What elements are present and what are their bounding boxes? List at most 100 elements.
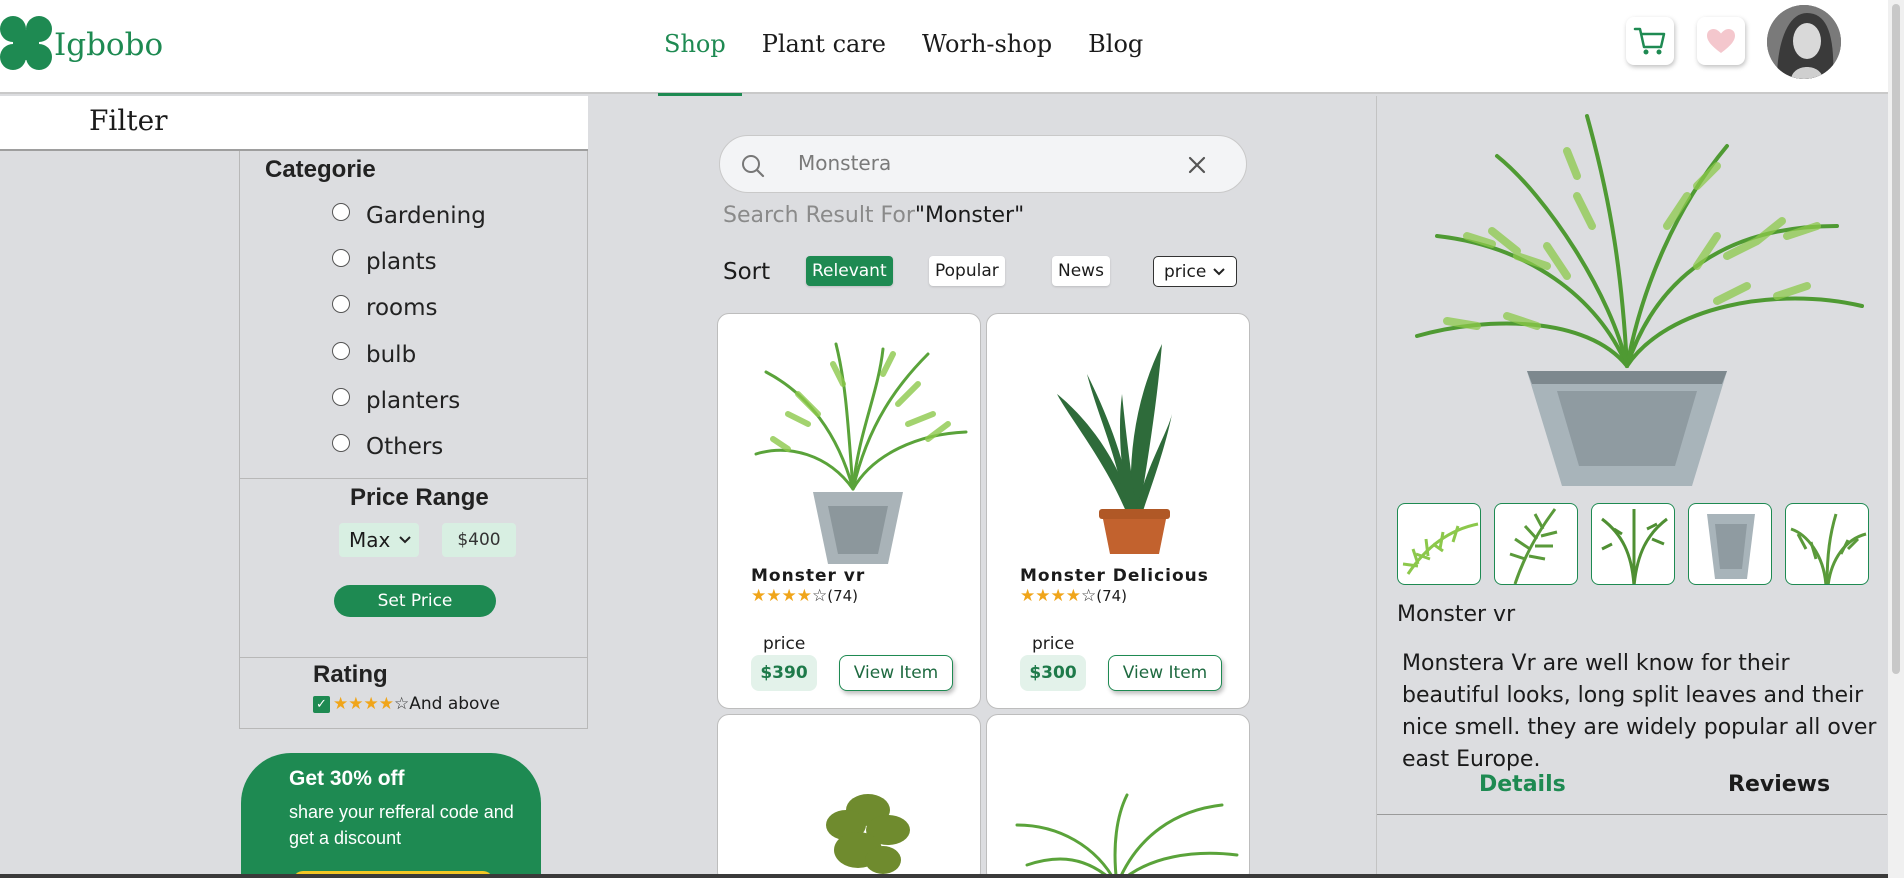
product-card[interactable]: Monster vr ★★★★☆ (74) price $390 View It…: [717, 313, 981, 709]
nav-shop[interactable]: Shop: [646, 0, 744, 96]
category-title: Categorie: [265, 156, 376, 183]
radio-icon[interactable]: [332, 203, 350, 221]
bottom-edge: [0, 874, 1888, 878]
chevron-down-icon: [399, 536, 412, 544]
scrollbar-thumb[interactable]: [1892, 4, 1900, 674]
checkbox-icon[interactable]: ✓: [313, 695, 330, 713]
sort-select-value: price: [1164, 261, 1207, 282]
promo-text: share your refferal code and get a disco…: [289, 802, 514, 848]
price-range-title: Price Range: [350, 484, 489, 511]
sort-price-select[interactable]: price: [1153, 256, 1237, 287]
rating-filter: Rating ✓ ★★★★☆ And above: [239, 658, 588, 729]
thumbnail-3[interactable]: [1591, 503, 1675, 585]
rating-title: Rating: [313, 661, 388, 688]
price-label: price: [763, 634, 806, 654]
radio-icon[interactable]: [332, 249, 350, 267]
product-rating: ★★★★☆ (74): [1020, 586, 1127, 606]
filter-header: Filter: [0, 96, 588, 151]
category-option-rooms[interactable]: rooms: [332, 295, 437, 321]
category-label: Others: [366, 434, 444, 460]
nav-plant-care[interactable]: Plant care: [744, 0, 904, 94]
category-label: rooms: [366, 295, 438, 321]
result-prefix: Search Result For: [723, 203, 915, 228]
radio-icon[interactable]: [332, 342, 350, 360]
brand-name: Igbobo: [54, 27, 164, 63]
top-header: Igbobo Shop Plant care Worh-shop Blog: [0, 0, 1888, 96]
thumbnail-2[interactable]: [1494, 503, 1578, 585]
sort-popular-chip[interactable]: Popular: [929, 256, 1005, 286]
main-nav: Shop Plant care Worh-shop Blog: [646, 0, 1161, 96]
category-option-plants[interactable]: plants: [332, 249, 437, 275]
review-count: (74): [1096, 587, 1128, 605]
logo[interactable]: Igbobo: [0, 16, 163, 74]
product-image: [1015, 793, 1239, 878]
chevron-down-icon: [1213, 267, 1226, 275]
product-main-image: [1415, 114, 1864, 486]
view-item-button[interactable]: View Item: [1108, 655, 1222, 691]
set-price-button[interactable]: Set Price: [334, 585, 496, 617]
nav-blog[interactable]: Blog: [1070, 0, 1161, 94]
logo-icon: [0, 16, 52, 74]
close-icon[interactable]: [1187, 155, 1207, 175]
product-name: Monster Delicious: [1020, 566, 1209, 586]
tab-details[interactable]: Details: [1479, 772, 1566, 797]
rating-suffix: And above: [409, 694, 500, 714]
category-option-gardening[interactable]: Gardening: [332, 203, 486, 229]
product-card[interactable]: [986, 714, 1250, 878]
radio-icon[interactable]: [332, 434, 350, 452]
wishlist-button[interactable]: [1697, 17, 1745, 65]
search-input[interactable]: Monstera: [798, 151, 891, 175]
rating-option[interactable]: ✓ ★★★★☆ And above: [313, 694, 500, 714]
product-rating: ★★★★☆ (74): [751, 586, 858, 606]
heart-icon: [1707, 29, 1735, 53]
star-rating-icon: ★★★★☆: [1020, 586, 1097, 606]
product-card[interactable]: [717, 714, 981, 878]
promo-title: Get 30% off: [289, 767, 405, 790]
category-filter: Categorie Gardening plants rooms bulb pl…: [239, 151, 588, 479]
cart-button[interactable]: [1626, 17, 1674, 65]
product-image: [826, 794, 910, 874]
user-avatar[interactable]: [1767, 5, 1841, 79]
page-scrollbar[interactable]: [1888, 0, 1904, 878]
product-image: [1057, 344, 1172, 554]
search-icon: [742, 155, 765, 178]
price-mode-value: Max: [349, 528, 391, 552]
tab-reviews[interactable]: Reviews: [1728, 772, 1830, 797]
product-price: $390: [751, 655, 817, 691]
radio-icon[interactable]: [332, 388, 350, 406]
nav-workshop[interactable]: Worh-shop: [904, 0, 1070, 94]
view-item-button[interactable]: View Item: [839, 655, 953, 691]
product-price: $300: [1020, 655, 1086, 691]
filter-title: Filter: [89, 104, 168, 137]
price-mode-select[interactable]: Max: [339, 523, 419, 557]
price-range-filter: Price Range Max $400 Set Price: [239, 479, 588, 658]
category-label: planters: [366, 388, 461, 414]
search-bar[interactable]: Monstera: [719, 135, 1247, 193]
detail-product-name: Monster vr: [1397, 602, 1516, 627]
result-term: "Monster": [914, 203, 1025, 228]
sort-label: Sort: [723, 259, 771, 285]
sort-news-chip[interactable]: News: [1052, 256, 1110, 286]
search-result-label: Search Result For"Monster": [723, 203, 1024, 228]
category-option-planters[interactable]: planters: [332, 388, 460, 414]
product-card[interactable]: Monster Delicious ★★★★☆ (74) price $300 …: [986, 313, 1250, 709]
price-label: price: [1032, 634, 1075, 654]
thumbnail-5[interactable]: [1785, 503, 1869, 585]
radio-icon[interactable]: [332, 295, 350, 313]
sort-relevant-chip[interactable]: Relevant: [806, 256, 893, 286]
category-option-others[interactable]: Others: [332, 434, 443, 460]
price-value-input[interactable]: $400: [442, 523, 516, 557]
review-count: (74): [827, 587, 859, 605]
tab-divider: [1377, 814, 1887, 815]
star-rating-icon: ★★★★☆: [333, 694, 410, 714]
category-label: bulb: [366, 342, 417, 368]
category-label: Gardening: [366, 203, 486, 229]
thumbnail-1[interactable]: [1397, 503, 1481, 585]
detail-description: Monstera Vr are well know for their beau…: [1402, 651, 1877, 772]
product-name: Monster vr: [751, 566, 866, 586]
star-rating-icon: ★★★★☆: [751, 586, 828, 606]
product-image: [754, 342, 968, 564]
category-label: plants: [366, 249, 437, 275]
thumbnail-4[interactable]: [1688, 503, 1772, 585]
category-option-bulb[interactable]: bulb: [332, 342, 416, 368]
